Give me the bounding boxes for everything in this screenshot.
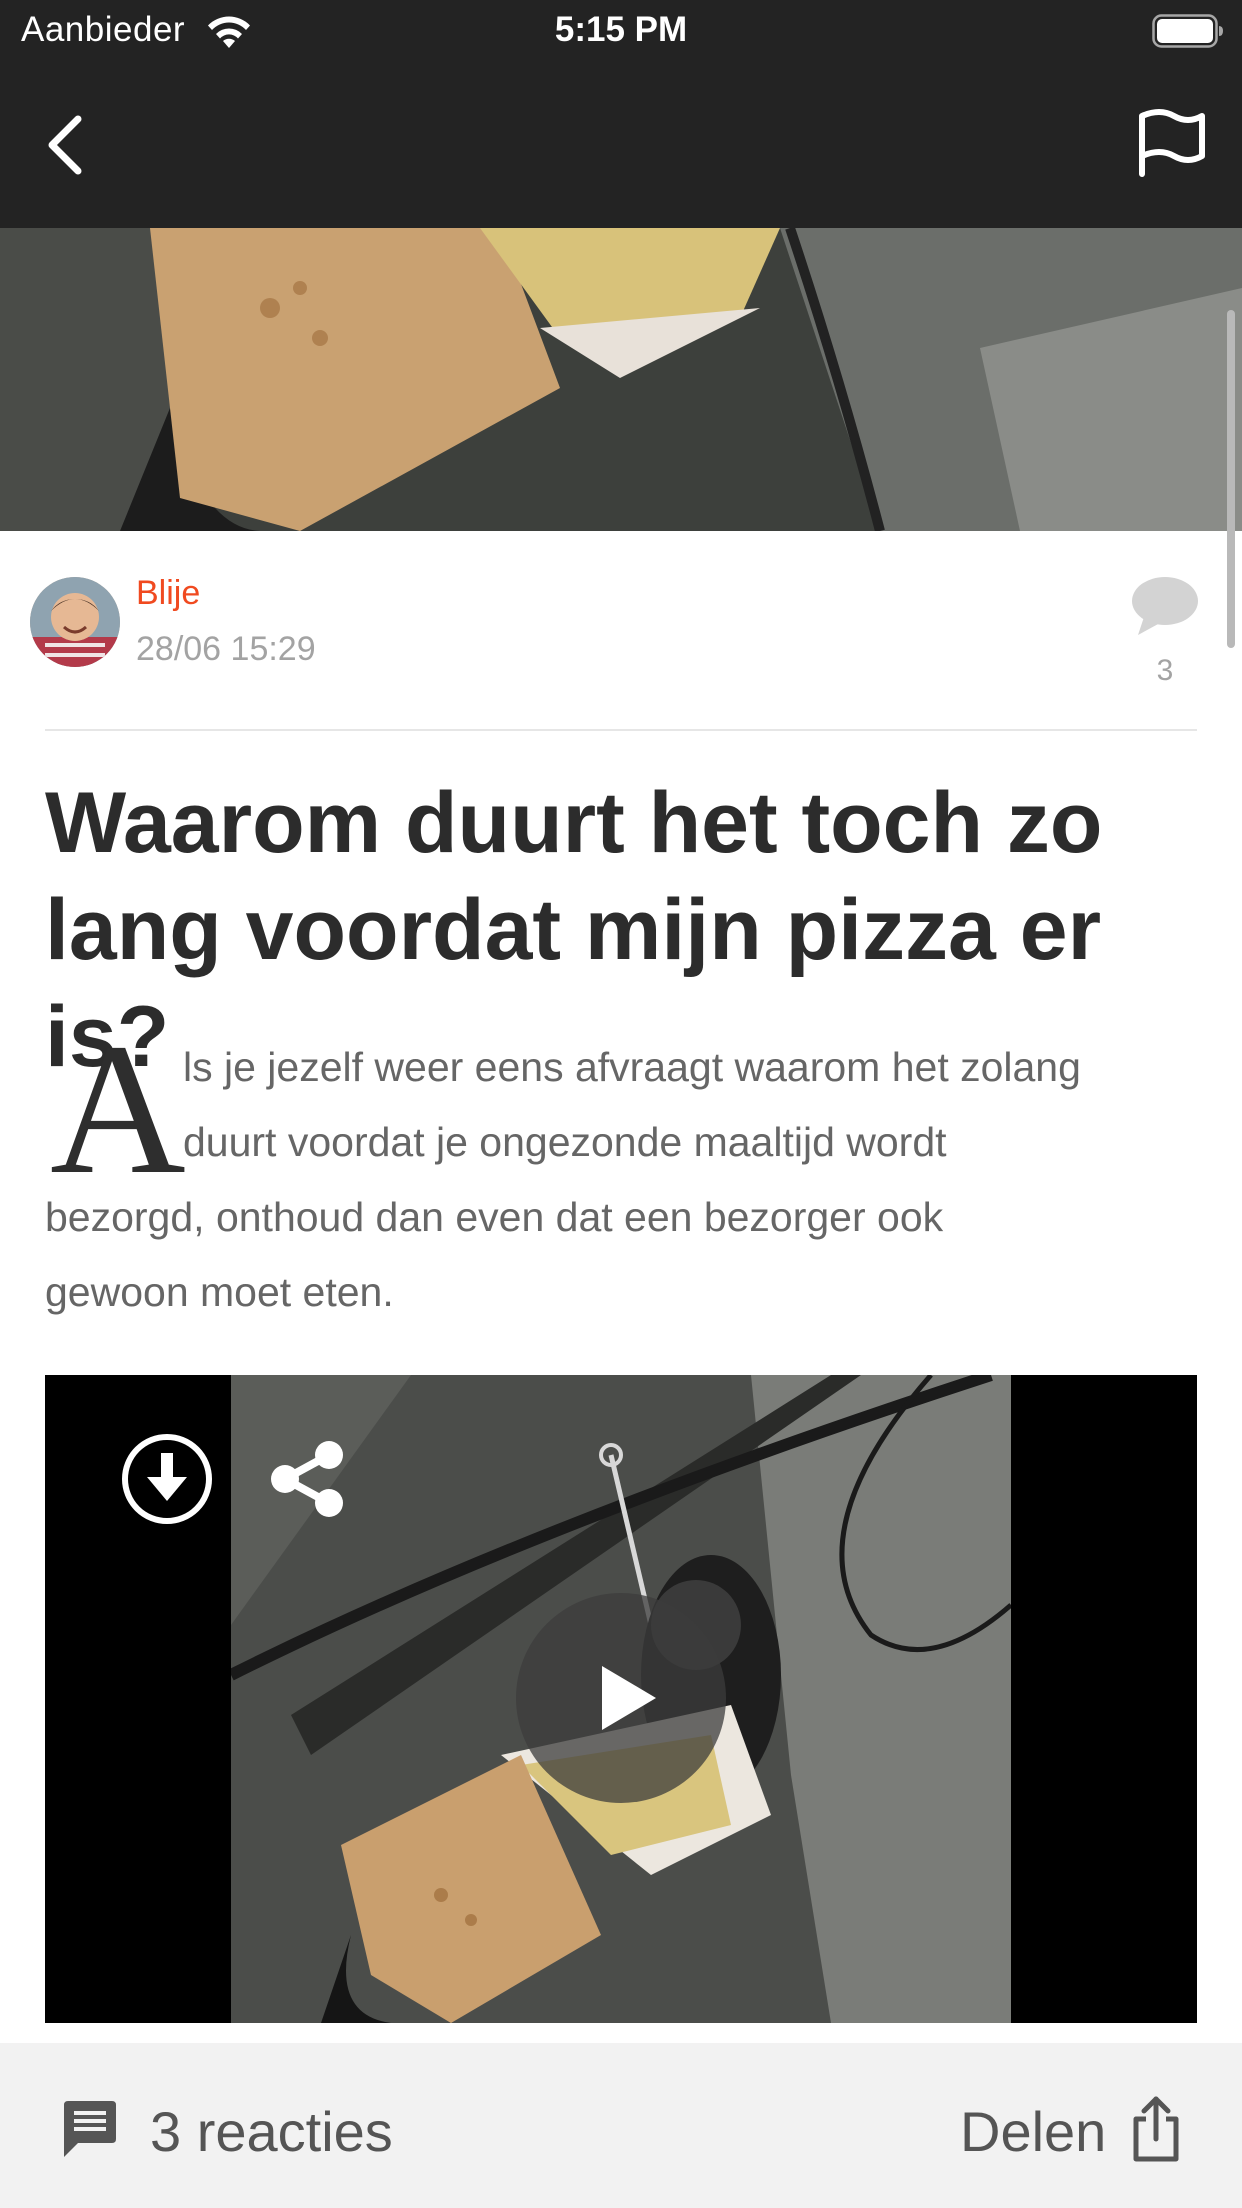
download-button[interactable] [121, 1433, 213, 1525]
report-button[interactable] [1130, 104, 1210, 184]
play-icon [602, 1666, 656, 1730]
clock: 5:15 PM [554, 10, 688, 49]
comment-icon [64, 2101, 116, 2157]
download-icon [122, 1434, 212, 1524]
avatar[interactable] [30, 577, 120, 667]
body-line: ls je jezelf weer eens afvraagt waarom h… [183, 1044, 1081, 1090]
share-post-button[interactable]: Delen [960, 2096, 1190, 2169]
divider [45, 729, 1197, 731]
comments-button[interactable] [1130, 575, 1200, 637]
battery-icon [1152, 14, 1223, 48]
hero-image [0, 228, 1242, 531]
video-player[interactable] [45, 1375, 1197, 2023]
body-line: duurt voordat je ongezonde maaltijd word… [183, 1119, 947, 1165]
body-line: bezorgd, onthoud dan even dat een bezorg… [45, 1194, 944, 1240]
status-bar: Aanbieder 5:15 PM [0, 0, 1242, 64]
chevron-left-icon [48, 115, 82, 175]
share-upload-icon [1133, 2096, 1179, 2162]
play-button[interactable] [516, 1593, 726, 1803]
top-bar: Aanbieder 5:15 PM [0, 0, 1242, 228]
share-label: Delen [960, 2100, 1107, 2163]
share-icon [271, 1441, 343, 1517]
body-line: gewoon moet eten. [45, 1269, 394, 1315]
back-button[interactable] [36, 105, 96, 185]
author-name[interactable]: Blije [136, 574, 200, 613]
flag-icon [1139, 109, 1205, 177]
scrollbar[interactable] [1227, 310, 1235, 648]
post-date: 28/06 15:29 [136, 630, 316, 668]
drop-cap: A [50, 1004, 186, 1213]
share-button[interactable] [265, 1437, 349, 1521]
speech-bubble-icon [1132, 577, 1198, 635]
reactions-label: 3 reacties [150, 2100, 393, 2163]
comment-count: 3 [1156, 654, 1174, 687]
bottom-bar: 3 reacties Delen [0, 2043, 1242, 2208]
